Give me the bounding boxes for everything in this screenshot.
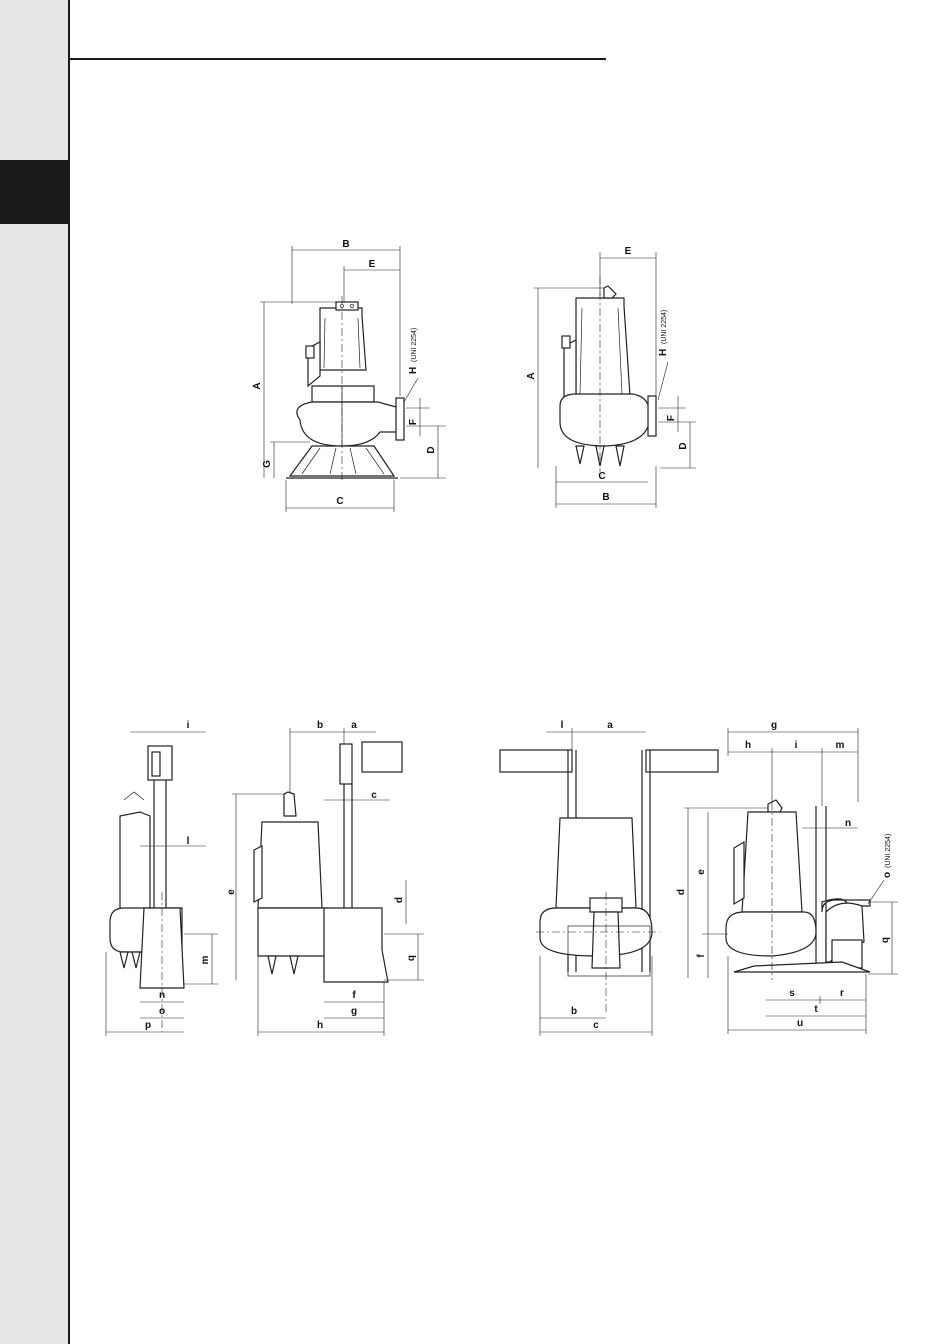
dim-u-label: u bbox=[797, 1018, 803, 1029]
dim-o-label-2: o bbox=[882, 872, 893, 878]
dim-m-label: m bbox=[200, 955, 211, 964]
dim-s-label: s bbox=[789, 988, 795, 999]
dim-f-label: f bbox=[352, 990, 356, 1001]
dim-g-label-2: g bbox=[771, 720, 777, 731]
dim-C-label: C bbox=[336, 496, 343, 507]
dim-g-label: g bbox=[351, 1006, 357, 1017]
dim-b-label-2: b bbox=[571, 1006, 577, 1017]
dim-l-label-2: l bbox=[561, 720, 564, 731]
dim-e-label-2: e bbox=[696, 869, 707, 875]
dim-C-label-2: C bbox=[598, 471, 605, 482]
dim-c-label-2: c bbox=[593, 1020, 599, 1031]
dim-b-label: b bbox=[317, 720, 323, 731]
dim-i-label: i bbox=[187, 720, 190, 731]
dim-h-label-2: h bbox=[745, 740, 751, 751]
dim-c-label: c bbox=[371, 790, 377, 801]
dim-a-label-2: a bbox=[607, 720, 613, 731]
dim-p-label: p bbox=[145, 1020, 151, 1031]
dim-B-label: B bbox=[342, 239, 349, 250]
dim-r-label: r bbox=[840, 988, 844, 999]
dim-H-label-2: H bbox=[658, 349, 669, 356]
dim-G-label: G bbox=[262, 460, 273, 468]
sidebar-border-line bbox=[68, 0, 70, 1344]
dim-A-label-2: A bbox=[526, 372, 537, 379]
dim-q-label-2: q bbox=[880, 937, 891, 943]
dim-t-label: t bbox=[814, 1004, 818, 1015]
header-rule bbox=[70, 58, 606, 60]
dim-B-label-2: B bbox=[602, 492, 609, 503]
dim-n-label-2: n bbox=[845, 818, 851, 829]
dim-H-uni-label-2: (UNI 2254) bbox=[661, 310, 668, 344]
dim-E-label-2: E bbox=[625, 246, 632, 257]
dim-F-label: F bbox=[408, 419, 419, 425]
dim-H-uni-label: (UNI 2254) bbox=[411, 328, 418, 362]
rail-front-view-drawing: i l m n o p bbox=[100, 712, 220, 1042]
dim-m-label-2: m bbox=[836, 740, 845, 751]
dim-o-uni-label: (UNI 2254) bbox=[885, 834, 892, 868]
dim-a-label: a bbox=[351, 720, 357, 731]
dim-F-label-2: F bbox=[666, 415, 677, 421]
dim-q-label: q bbox=[406, 955, 417, 961]
dim-A-label: A bbox=[252, 382, 263, 389]
dim-f-label-2: f bbox=[696, 954, 707, 958]
pump-with-stand-drawing: B E A G H (UNI 2254) F D C bbox=[250, 236, 450, 516]
pump-with-feet-drawing: E A H (UNI 2254) F D C B bbox=[520, 236, 720, 516]
section-tab-marker bbox=[0, 160, 68, 224]
dim-d-label-2: d bbox=[676, 889, 687, 895]
dim-h-label: h bbox=[317, 1020, 323, 1031]
dim-e-label: e bbox=[226, 889, 237, 895]
rail-side-view-drawing: b a c e d q f g h bbox=[226, 712, 438, 1042]
dim-H-label: H bbox=[408, 367, 419, 374]
dim-d-label: d bbox=[394, 897, 405, 903]
dim-D-label-2: D bbox=[678, 442, 689, 449]
side-view-with-bend-drawing: g h i m n o (UNI 2254) d e f q s r t u bbox=[672, 712, 912, 1042]
dim-D-label: D bbox=[426, 446, 437, 453]
dim-i-label-2: i bbox=[795, 740, 798, 751]
dim-E-label: E bbox=[369, 259, 376, 270]
dim-l-label: l bbox=[187, 836, 190, 847]
